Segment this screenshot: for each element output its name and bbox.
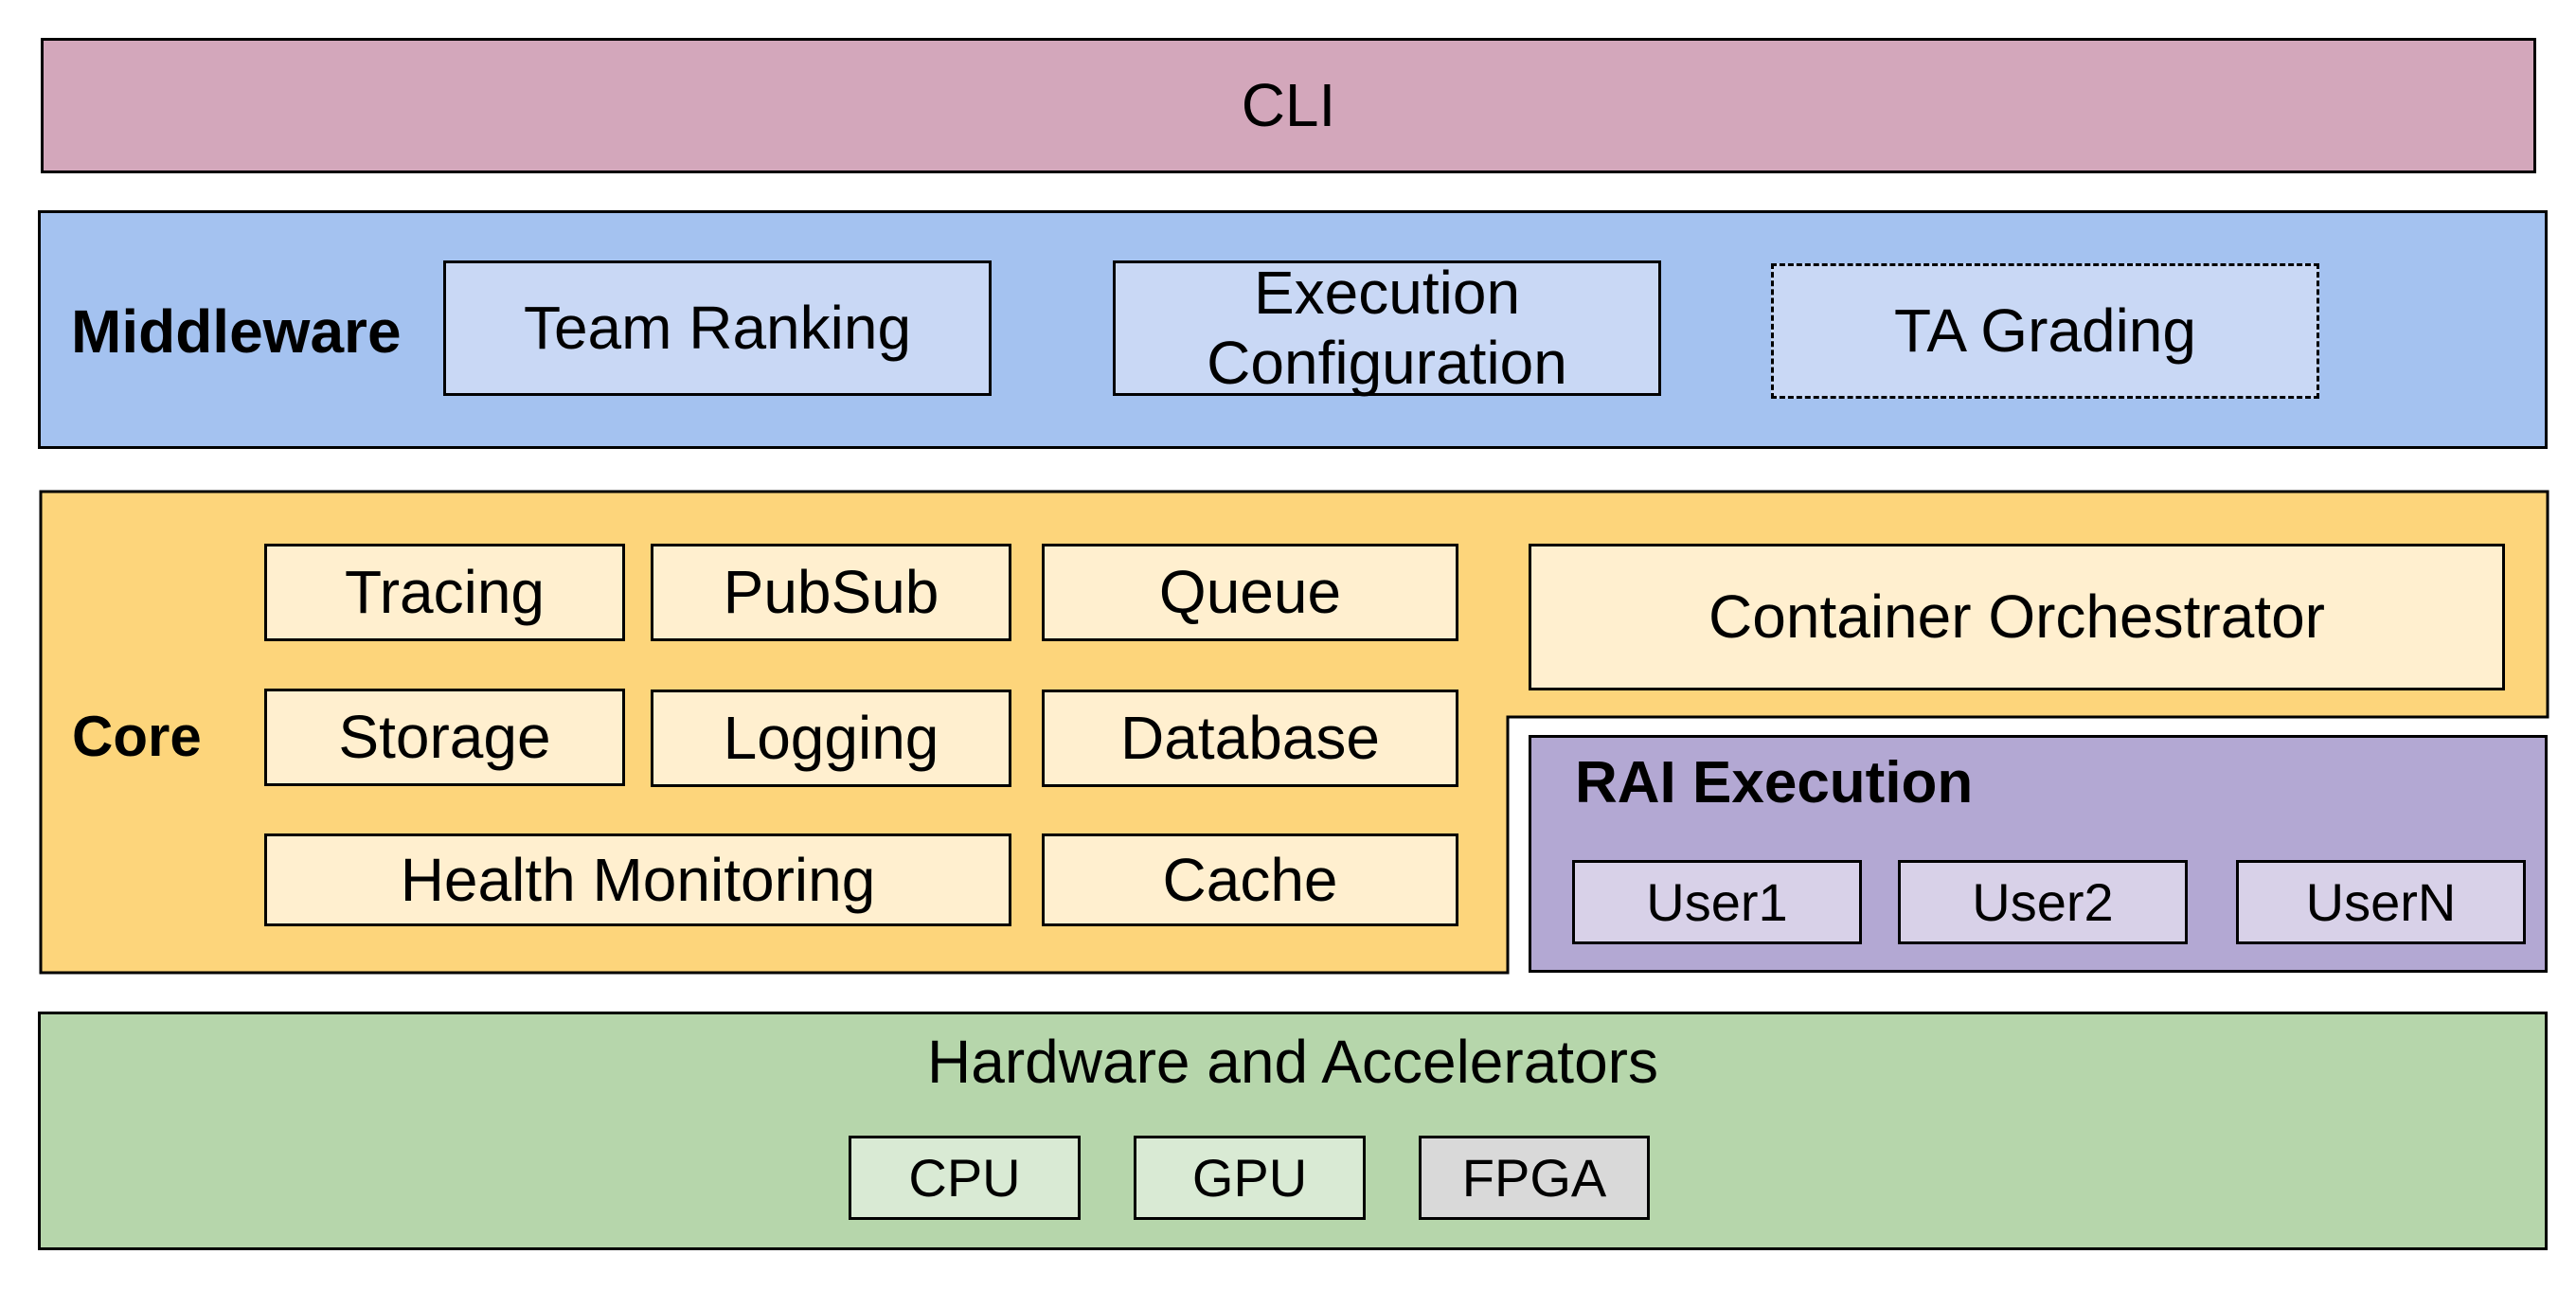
core-item-label: Queue	[1158, 558, 1342, 627]
core-item-logging: Logging	[651, 690, 1011, 787]
core-item-storage: Storage	[264, 689, 625, 786]
hardware-item-gpu: GPU	[1134, 1136, 1366, 1220]
container-orchestrator-label: Container Orchestrator	[1708, 582, 2325, 652]
core-item-label: PubSub	[723, 558, 939, 627]
core-item-database: Database	[1042, 690, 1458, 787]
hardware-item-label: GPU	[1191, 1147, 1308, 1208]
core-item-tracing: Tracing	[264, 544, 625, 641]
container-orchestrator-box: Container Orchestrator	[1529, 544, 2505, 690]
core-item-label: Health Monitoring	[400, 845, 876, 914]
core-item-queue: Queue	[1042, 544, 1458, 641]
hardware-label: Hardware and Accelerators	[927, 1028, 1658, 1096]
core-item-label: Database	[1120, 704, 1380, 773]
hardware-item-label: CPU	[908, 1147, 1021, 1208]
hardware-item-fpga: FPGA	[1419, 1136, 1650, 1220]
core-item-label: Logging	[723, 704, 939, 773]
core-item-label: Cache	[1162, 845, 1338, 914]
rai-user-label: User1	[1646, 871, 1788, 932]
core-item-label: Storage	[338, 703, 551, 772]
rai-user-n: UserN	[2236, 860, 2526, 944]
core-label: Core	[72, 704, 202, 768]
rai-user-1: User1	[1572, 860, 1862, 944]
rai-execution-label: RAI Execution	[1575, 749, 1974, 815]
rai-user-label: User2	[1972, 871, 2114, 932]
core-item-cache: Cache	[1042, 833, 1458, 926]
core-item-health-monitoring: Health Monitoring	[264, 833, 1011, 926]
hardware-item-label: FPGA	[1461, 1147, 1607, 1208]
rai-user-2: User2	[1898, 860, 2188, 944]
core-item-pubsub: PubSub	[651, 544, 1011, 641]
rai-user-label: UserN	[2305, 871, 2457, 932]
hardware-item-cpu: CPU	[849, 1136, 1081, 1220]
core-item-label: Tracing	[344, 558, 546, 627]
